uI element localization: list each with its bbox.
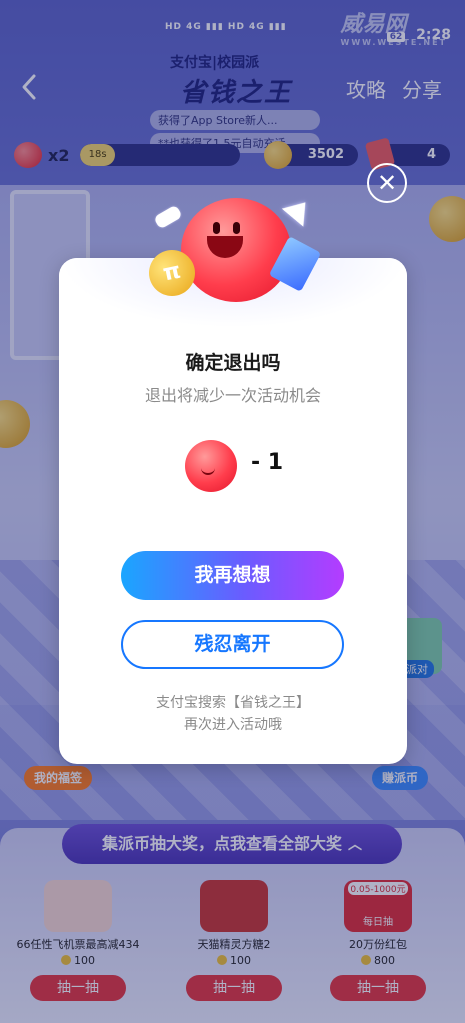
hint-line: 支付宝搜索【省钱之王】 xyxy=(156,695,310,711)
think-again-button[interactable]: 我再想想 xyxy=(121,551,344,600)
dialog-title: 确定退出吗 xyxy=(185,352,281,374)
dialog-subtitle: 退出将减少一次活动机会 xyxy=(144,386,321,405)
leave-button[interactable]: 残忍离开 xyxy=(121,620,344,669)
paper-plane-icon xyxy=(281,193,317,227)
hint-line: 再次进入活动哦 xyxy=(184,717,282,733)
mascot-eye xyxy=(233,222,240,234)
exit-confirm-dialog: π 确定退出吗 退出将减少一次活动机会 - 1 我再想想 残忍离开 支付宝搜索【… xyxy=(59,193,407,764)
close-icon[interactable]: ✕ xyxy=(367,163,407,203)
ribbon-icon xyxy=(153,204,183,230)
re-entry-hint: 支付宝搜索【省钱之王】 再次进入活动哦 xyxy=(59,692,407,736)
life-ball-icon xyxy=(185,440,237,492)
cost-value: - 1 xyxy=(251,450,284,475)
mascot-eye xyxy=(213,222,220,234)
mascot-illustration: π xyxy=(144,180,322,320)
